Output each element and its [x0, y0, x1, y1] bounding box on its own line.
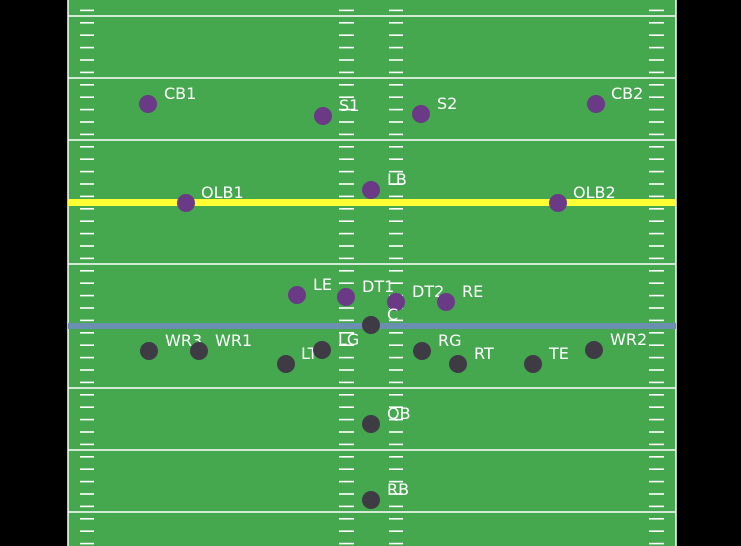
player-marker — [362, 415, 380, 433]
player-label: WR1 — [215, 331, 252, 350]
player-marker — [362, 181, 380, 199]
player-label: QB — [387, 404, 411, 423]
player-label: RT — [474, 344, 494, 363]
player-label: LB — [387, 170, 407, 189]
player-label: CB2 — [611, 84, 643, 103]
player-marker — [549, 194, 567, 212]
player-label: C — [387, 305, 398, 324]
player-marker — [413, 342, 431, 360]
player-marker — [587, 95, 605, 113]
football-field-diagram: CB1S1 S2CB2LBOLB1 OLB2LE DT1 DT2 RECWR3 WR1LTL… — [0, 0, 741, 546]
player-marker — [412, 105, 430, 123]
player-marker — [362, 316, 380, 334]
player-marker — [177, 194, 195, 212]
player-marker — [314, 107, 332, 125]
player-label: S2 — [437, 94, 457, 113]
player-marker — [313, 341, 331, 359]
player-marker — [139, 95, 157, 113]
player-label: LG — [338, 330, 359, 349]
player-label: TE — [548, 344, 569, 363]
player-label: RE — [462, 282, 483, 301]
player-label: OLB1 — [201, 183, 244, 202]
player-marker — [449, 355, 467, 373]
player-label: RG — [438, 331, 462, 350]
player-marker — [140, 342, 158, 360]
player-marker — [362, 491, 380, 509]
player-marker — [190, 342, 208, 360]
player-label: OLB2 — [573, 183, 616, 202]
player-label: LE — [313, 275, 332, 294]
player-label: DT1 — [362, 277, 394, 296]
player-label: RB — [387, 480, 409, 499]
player-marker — [288, 286, 306, 304]
player-marker — [524, 355, 542, 373]
player-label: CB1 — [164, 84, 196, 103]
player-marker — [277, 355, 295, 373]
player-marker — [585, 341, 603, 359]
player-marker — [437, 293, 455, 311]
player-marker — [337, 288, 355, 306]
field-surface — [68, 0, 676, 546]
player-label: WR2 — [610, 330, 647, 349]
player-label: S1 — [339, 96, 359, 115]
